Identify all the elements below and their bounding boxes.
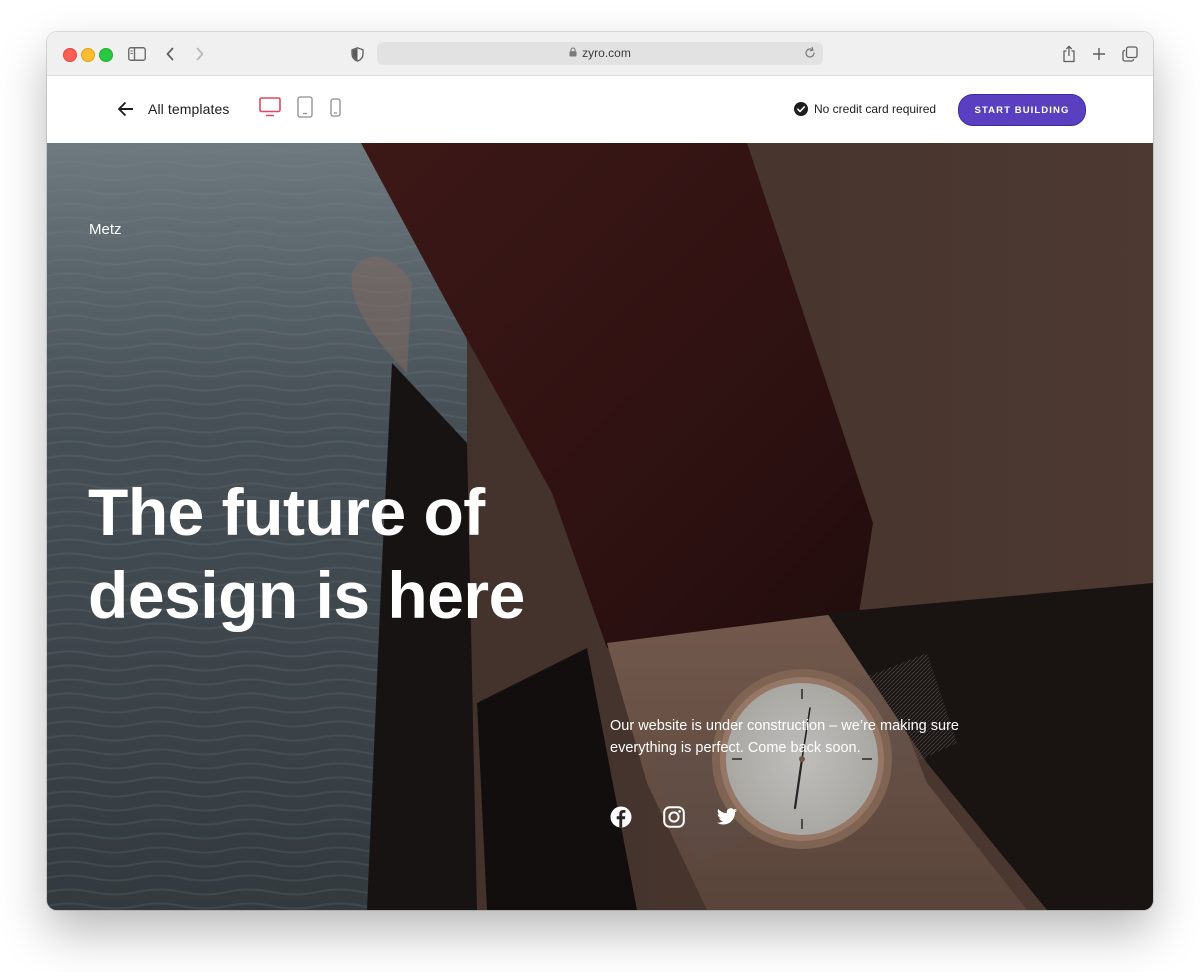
- new-tab-icon[interactable]: [1089, 44, 1109, 64]
- close-window-button[interactable]: [63, 48, 77, 62]
- hero-headline: The future of design is here: [88, 475, 525, 632]
- instagram-icon[interactable]: [663, 806, 685, 828]
- tablet-view-icon[interactable]: [297, 96, 313, 123]
- no-credit-card-notice: No credit card required: [794, 101, 936, 117]
- credit-text: No credit card required: [814, 102, 937, 116]
- all-templates-label: All templates: [148, 101, 230, 117]
- screenshot-stage: zyro.com All templates No credit card re…: [0, 0, 1200, 972]
- hero-section: Metz The future of design is here Our we…: [47, 143, 1153, 910]
- address-text: zyro.com: [377, 42, 823, 65]
- share-icon[interactable]: [1059, 44, 1079, 64]
- template-preview-header: All templates No credit card required ST…: [47, 76, 1153, 142]
- all-templates-link[interactable]: All templates: [117, 98, 229, 120]
- privacy-shield-icon[interactable]: [347, 44, 367, 64]
- start-building-button[interactable]: START BUILDING: [958, 94, 1086, 126]
- browser-toolbar: zyro.com: [47, 32, 1153, 76]
- address-bar[interactable]: zyro.com: [377, 42, 823, 65]
- sidebar-toggle-icon[interactable]: [127, 44, 147, 64]
- url-label: zyro.com: [582, 46, 631, 60]
- forward-nav-icon[interactable]: [190, 44, 210, 64]
- check-circle-icon: [794, 102, 808, 116]
- site-brand[interactable]: Metz: [89, 221, 122, 238]
- zoom-window-button[interactable]: [99, 48, 113, 62]
- browser-window: zyro.com All templates No credit card re…: [47, 32, 1153, 910]
- hero-subtext: Our website is under construction – we’r…: [610, 718, 959, 756]
- reload-icon[interactable]: [803, 46, 817, 60]
- tab-overview-icon[interactable]: [1120, 44, 1140, 64]
- arrow-left-icon: [118, 101, 133, 117]
- mobile-view-icon[interactable]: [330, 98, 341, 122]
- minimize-window-button[interactable]: [81, 48, 95, 62]
- facebook-icon[interactable]: [610, 806, 632, 828]
- twitter-icon[interactable]: [716, 806, 738, 828]
- back-nav-icon[interactable]: [160, 44, 180, 64]
- desktop-view-icon[interactable]: [259, 97, 281, 122]
- lock-icon: [569, 47, 577, 57]
